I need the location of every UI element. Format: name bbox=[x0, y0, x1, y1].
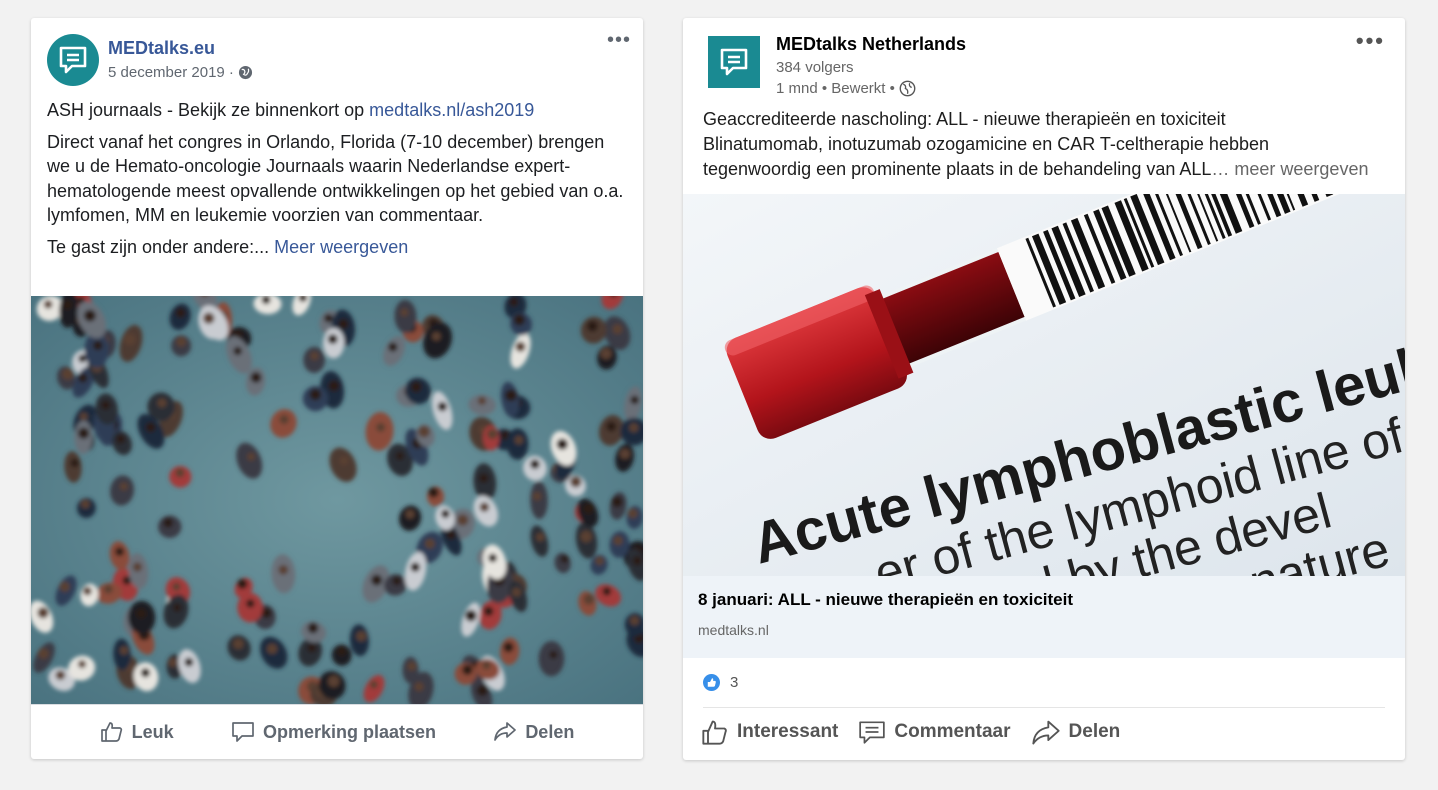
link-title[interactable]: 8 januari: ALL - nieuwe therapieën en to… bbox=[698, 590, 1390, 610]
interesting-button[interactable]: Interessant bbox=[701, 718, 838, 746]
post-time: 1 mnd • Bewerkt • bbox=[776, 78, 916, 99]
post-actions-bar: Interessant Commentaar Delen bbox=[701, 718, 1120, 746]
time-edited: 1 mnd • Bewerkt • bbox=[776, 80, 895, 97]
post-date[interactable]: 5 december 2019 · bbox=[108, 64, 234, 81]
share-button[interactable]: Delen bbox=[1031, 719, 1121, 745]
link-domain: medtalks.nl bbox=[698, 622, 769, 638]
post-body: Direct vanaf het congres in Orlando, Flo… bbox=[47, 131, 624, 226]
comment-button[interactable]: Commentaar bbox=[858, 719, 1011, 745]
company-logo[interactable] bbox=[708, 36, 760, 88]
crowd-person bbox=[171, 335, 192, 357]
like-label: Leuk bbox=[131, 721, 174, 742]
post-line-3-text: tegenwoordig een prominente plaats in de… bbox=[703, 159, 1212, 179]
comment-label: Opmerking plaatsen bbox=[262, 721, 437, 742]
post-line-1: Geaccrediteerde nascholing: ALL - nieuwe… bbox=[703, 109, 1226, 129]
share-label: Delen bbox=[525, 721, 575, 742]
facebook-post-card: MEDtalks.eu 5 december 2019 · ••• ASH jo… bbox=[31, 18, 643, 759]
company-name[interactable]: MEDtalks Netherlands bbox=[776, 34, 966, 55]
post-actions-bar: Leuk Opmerking plaatsen Delen bbox=[31, 704, 643, 759]
link-preview[interactable]: 8 januari: ALL - nieuwe therapieën en to… bbox=[683, 576, 1405, 658]
reaction-count: 3 bbox=[730, 674, 739, 691]
page-name[interactable]: MEDtalks.eu bbox=[108, 38, 215, 59]
guests-text: Te gast zijn onder andere:... bbox=[47, 236, 275, 257]
thumbs-up-icon bbox=[702, 720, 727, 745]
like-reaction-icon bbox=[703, 674, 720, 691]
post-guests: Te gast zijn onder andere:... Meer weerg… bbox=[47, 235, 627, 260]
crowd-photo-art bbox=[31, 296, 643, 704]
comment-box-icon bbox=[859, 721, 886, 744]
followers-count: 384 volgers bbox=[776, 59, 854, 76]
crowd-photo[interactable] bbox=[31, 296, 643, 704]
post-text: ASH journaals - Bekijk ze binnenkort op … bbox=[47, 98, 627, 266]
leukemia-tube-photo[interactable]: Acute lymphoblastic leukemia er of the l… bbox=[683, 194, 1405, 576]
post-headline: ASH journaals - Bekijk ze binnenkort op … bbox=[47, 98, 627, 123]
comment-button[interactable]: Opmerking plaatsen bbox=[231, 721, 436, 743]
globe-icon bbox=[899, 80, 916, 97]
post-meta: 5 december 2019 · bbox=[108, 64, 253, 81]
share-label: Delen bbox=[1068, 721, 1121, 742]
headline-text: ASH journaals - Bekijk ze binnenkort op bbox=[47, 100, 370, 120]
company-meta: 384 volgers 1 mnd • Bewerkt • bbox=[776, 57, 916, 99]
share-arrow-icon bbox=[494, 722, 517, 741]
linkedin-post-card: MEDtalks Netherlands 384 volgers 1 mnd •… bbox=[683, 18, 1405, 760]
reactions-summary[interactable]: 3 bbox=[703, 674, 738, 691]
post-line-2: Blinatumomab, inotuzumab ozogamicine en … bbox=[703, 134, 1269, 154]
chat-bubble-logo-icon bbox=[59, 46, 87, 74]
post-line-3: tegenwoordig een prominente plaats in de… bbox=[703, 157, 1393, 182]
page-avatar[interactable] bbox=[47, 34, 99, 86]
leukemia-tube-photo-art: Acute lymphoblastic leukemia er of the l… bbox=[683, 194, 1405, 576]
comment-label: Commentaar bbox=[894, 721, 1011, 742]
post-text: Geaccrediteerde nascholing: ALL - nieuwe… bbox=[703, 107, 1393, 182]
see-more-link[interactable]: Meer weergeven bbox=[274, 237, 408, 257]
divider bbox=[703, 707, 1385, 708]
interesting-label: Interessant bbox=[737, 721, 839, 742]
share-arrow-icon bbox=[1031, 720, 1060, 745]
thumbs-up-icon bbox=[100, 722, 122, 742]
comment-bubble-icon bbox=[232, 722, 254, 742]
see-more-link[interactable]: … meer weergeven bbox=[1211, 157, 1368, 182]
more-options-icon[interactable]: ••• bbox=[1356, 30, 1385, 52]
like-button[interactable]: Leuk bbox=[100, 721, 174, 743]
more-options-icon[interactable]: ••• bbox=[607, 30, 631, 50]
globe-icon bbox=[238, 65, 252, 80]
chat-bubble-logo-icon bbox=[720, 48, 748, 76]
share-button[interactable]: Delen bbox=[493, 721, 574, 743]
headline-link[interactable]: medtalks.nl/ash2019 bbox=[369, 100, 534, 120]
